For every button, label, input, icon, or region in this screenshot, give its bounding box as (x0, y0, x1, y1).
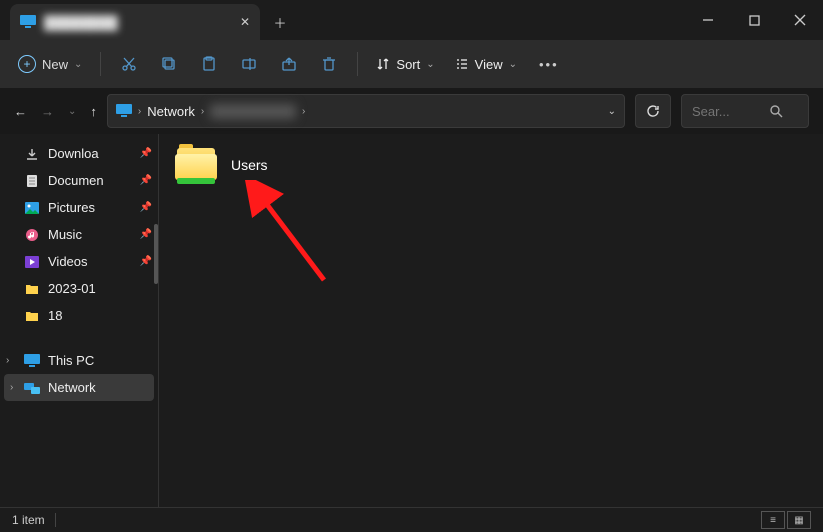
monitor-icon (20, 15, 36, 29)
sidebar-item-label: Downloa (48, 146, 99, 161)
search-input[interactable] (690, 103, 764, 120)
videos-icon (24, 254, 40, 270)
rename-button[interactable] (231, 48, 267, 80)
recent-button[interactable]: ⌄ (68, 106, 76, 117)
chevron-right-icon[interactable]: › (10, 382, 13, 393)
delete-button[interactable] (311, 48, 347, 80)
sidebar-item-videos[interactable]: Videos 📌 (0, 248, 158, 275)
view-icon (455, 57, 469, 71)
history-chevron-icon[interactable]: ⌄ (608, 106, 616, 117)
monitor-icon (24, 353, 40, 369)
crumb-network[interactable]: Network (147, 104, 195, 119)
pin-icon: 📌 (140, 229, 152, 240)
status-bar: 1 item ≡ ▦ (0, 507, 823, 532)
separator (100, 52, 101, 76)
content-pane[interactable]: Users (159, 134, 823, 508)
sidebar-item-folder[interactable]: 2023-01 (0, 275, 158, 302)
sidebar-item-label: Pictures (48, 200, 95, 215)
tab-title: ████████ (44, 15, 240, 30)
pictures-icon (24, 200, 40, 216)
close-window-button[interactable] (777, 0, 823, 40)
crumb-host[interactable]: ████████ (210, 104, 296, 119)
network-icon (24, 380, 40, 396)
cut-button[interactable] (111, 48, 147, 80)
view-toggles: ≡ ▦ (761, 511, 811, 529)
sidebar-item-network[interactable]: › Network (4, 374, 154, 401)
chevron-right-icon[interactable]: › (6, 355, 9, 366)
navigation-pane: Downloa 📌 Documen 📌 Pictures 📌 Music 📌 V (0, 134, 159, 508)
chevron-down-icon: ⌄ (74, 59, 82, 70)
details-view-toggle[interactable]: ≡ (761, 511, 785, 529)
new-tab-button[interactable]: ＋ (260, 4, 300, 40)
explorer-body: Downloa 📌 Documen 📌 Pictures 📌 Music 📌 V (0, 134, 823, 508)
sidebar-item-label: 18 (48, 308, 62, 323)
folder-icon (24, 281, 40, 297)
shared-folder-item[interactable]: Users (175, 146, 415, 184)
shared-folder-icon (175, 146, 219, 184)
copy-button[interactable] (151, 48, 187, 80)
window-controls (685, 0, 823, 40)
sort-button[interactable]: Sort ⌄ (368, 53, 442, 76)
separator (55, 513, 56, 527)
titlebar: ████████ ✕ ＋ (0, 0, 823, 40)
view-label: View (475, 57, 503, 72)
monitor-icon (116, 104, 132, 118)
sort-label: Sort (396, 57, 420, 72)
sidebar-item-label: Network (48, 380, 96, 395)
breadcrumb[interactable]: › Network › ████████ › (138, 104, 305, 119)
new-label: New (42, 57, 68, 72)
sidebar-item-label: Documen (48, 173, 104, 188)
address-row: ← → ⌄ ↑ › Network › ████████ › ⌄ (0, 88, 823, 134)
item-count: 1 item (12, 513, 45, 527)
sidebar-item-documents[interactable]: Documen 📌 (0, 167, 158, 194)
chevron-right-icon: › (138, 106, 141, 117)
chevron-right-icon: › (201, 106, 204, 117)
sidebar-item-folder[interactable]: 18 (0, 302, 158, 329)
view-button[interactable]: View ⌄ (447, 53, 525, 76)
download-icon (24, 146, 40, 162)
new-button[interactable]: + New ⌄ (10, 51, 90, 77)
sidebar-item-downloads[interactable]: Downloa 📌 (0, 140, 158, 167)
icons-view-toggle[interactable]: ▦ (787, 511, 811, 529)
search-box[interactable] (681, 94, 809, 128)
share-button[interactable] (271, 48, 307, 80)
pin-icon: 📌 (140, 202, 152, 213)
scrollbar-thumb[interactable] (154, 224, 158, 284)
search-icon (770, 105, 783, 118)
forward-button[interactable]: → (41, 104, 54, 119)
separator (357, 52, 358, 76)
file-explorer-window: ████████ ✕ ＋ + New ⌄ Sort ⌄ (0, 0, 823, 532)
sidebar-item-label: 2023-01 (48, 281, 96, 296)
document-icon (24, 173, 40, 189)
sidebar-item-music[interactable]: Music 📌 (0, 221, 158, 248)
pin-icon: 📌 (140, 256, 152, 267)
chevron-right-icon: › (302, 106, 305, 117)
address-bar[interactable]: › Network › ████████ › ⌄ (107, 94, 625, 128)
close-tab-icon[interactable]: ✕ (240, 15, 250, 29)
window-tab[interactable]: ████████ ✕ (10, 4, 260, 40)
chevron-down-icon: ⌄ (509, 59, 517, 70)
plus-circle-icon: + (18, 55, 36, 73)
back-button[interactable]: ← (14, 104, 27, 119)
refresh-button[interactable] (635, 94, 671, 128)
sidebar-item-label: Music (48, 227, 82, 242)
maximize-button[interactable] (731, 0, 777, 40)
nav-buttons: ← → ⌄ ↑ (14, 104, 97, 119)
pin-icon: 📌 (140, 175, 152, 186)
folder-icon (24, 308, 40, 324)
more-button[interactable]: ••• (529, 57, 569, 72)
sidebar-item-pictures[interactable]: Pictures 📌 (0, 194, 158, 221)
paste-button[interactable] (191, 48, 227, 80)
sidebar-item-thispc[interactable]: › This PC (0, 347, 158, 374)
pin-icon: 📌 (140, 148, 152, 159)
sort-icon (376, 57, 390, 71)
chevron-down-icon: ⌄ (426, 59, 434, 70)
music-icon (24, 227, 40, 243)
command-bar: + New ⌄ Sort ⌄ View ⌄ ••• (0, 40, 823, 88)
sidebar-item-label: Videos (48, 254, 88, 269)
folder-name: Users (231, 157, 268, 173)
up-button[interactable]: ↑ (90, 104, 97, 119)
minimize-button[interactable] (685, 0, 731, 40)
sidebar-item-label: This PC (48, 353, 94, 368)
